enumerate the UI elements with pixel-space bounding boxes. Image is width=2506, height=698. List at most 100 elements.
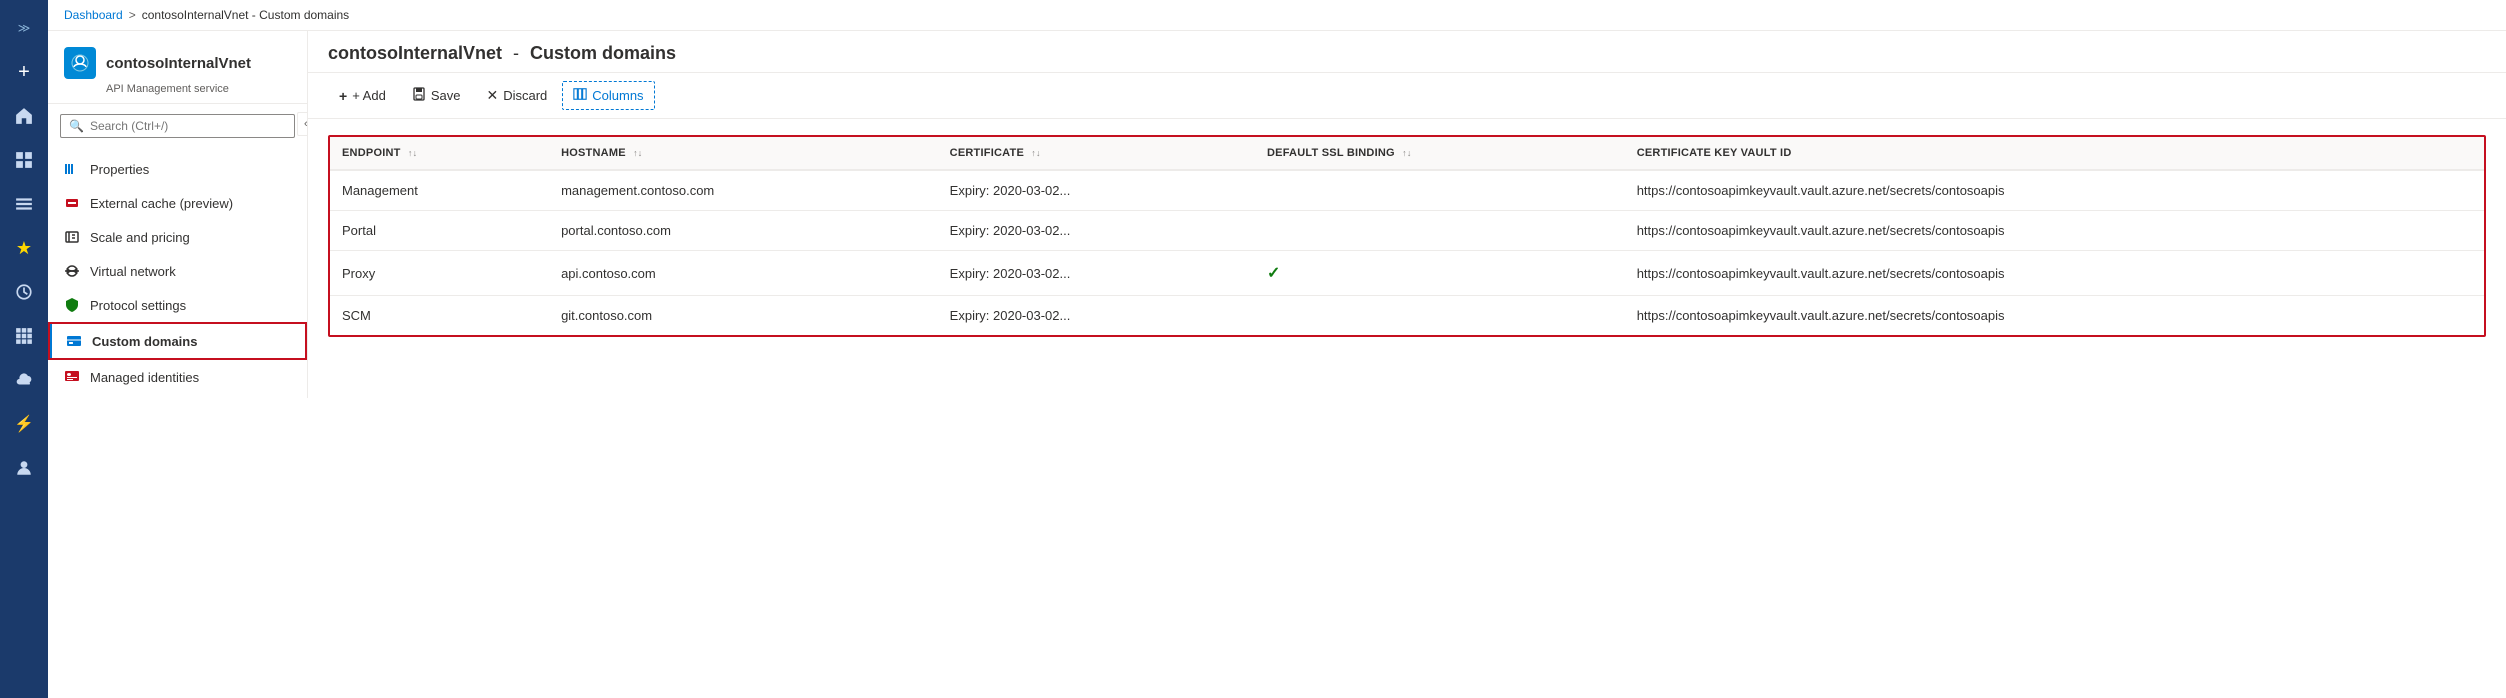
sidebar-header: contosoInternalVnet API Management servi…: [48, 31, 307, 104]
user-icon[interactable]: [0, 448, 48, 488]
sidebar-item-managed-identities[interactable]: Managed identities: [48, 360, 307, 394]
hostname-sort-icon[interactable]: ↑↓: [633, 148, 642, 158]
managed-identities-icon: [64, 369, 80, 385]
col-header-ssl-binding[interactable]: DEFAULT SSL BINDING ↑↓: [1255, 137, 1625, 170]
table-header-row: ENDPOINT ↑↓ HOSTNAME ↑↓ CERTIFICATE ↑↓: [330, 137, 2484, 170]
service-title-row: contosoInternalVnet: [64, 47, 291, 79]
cell-hostname-2: api.contoso.com: [549, 251, 938, 296]
sidebar-item-label-properties: Properties: [90, 162, 149, 177]
cell-keyvault-1: https://contosoapimkeyvault.vault.azure.…: [1625, 211, 2484, 251]
add-button[interactable]: + + Add: [328, 82, 397, 110]
search-box: 🔍: [60, 114, 295, 138]
save-icon: [412, 87, 426, 104]
cloud-icon[interactable]: [0, 360, 48, 400]
save-button[interactable]: Save: [401, 81, 472, 110]
cell-certificate-2: Expiry: 2020-03-02...: [938, 251, 1255, 296]
ssl-binding-label: DEFAULT SSL BINDING: [1267, 147, 1395, 159]
protocol-settings-icon: [64, 297, 80, 313]
cell-keyvault-0: https://contosoapimkeyvault.vault.azure.…: [1625, 170, 2484, 211]
scale-pricing-icon: [64, 229, 80, 245]
ssl-sort-icon[interactable]: ↑↓: [1402, 148, 1411, 158]
table-row[interactable]: Management management.contoso.com Expiry…: [330, 170, 2484, 211]
main-container: Dashboard > contosoInternalVnet - Custom…: [48, 0, 2506, 698]
table-row[interactable]: Portal portal.contoso.com Expiry: 2020-0…: [330, 211, 2484, 251]
all-services-icon[interactable]: [0, 316, 48, 356]
ssl-check-icon: ✓: [1267, 265, 1280, 282]
dashboard-icon[interactable]: [0, 140, 48, 180]
search-input[interactable]: [90, 119, 286, 133]
cell-ssl-0: [1255, 170, 1625, 211]
table-row[interactable]: Proxy api.contoso.com Expiry: 2020-03-02…: [330, 251, 2484, 296]
certificate-label: CERTIFICATE: [950, 147, 1024, 159]
sidebar-item-virtual-network[interactable]: Virtual network: [48, 254, 307, 288]
save-label: Save: [431, 88, 461, 103]
add-label: + Add: [352, 88, 386, 103]
col-header-key-vault[interactable]: CERTIFICATE KEY VAULT ID: [1625, 137, 2484, 170]
sidebar-item-external-cache[interactable]: External cache (preview): [48, 186, 307, 220]
key-vault-label: CERTIFICATE KEY VAULT ID: [1637, 147, 1792, 159]
sidebar-item-protocol-settings[interactable]: Protocol settings: [48, 288, 307, 322]
content-area: contosoInternalVnet API Management servi…: [48, 31, 2506, 698]
page-title: contosoInternalVnet - Custom domains: [328, 43, 2486, 64]
menu-list-icon[interactable]: [0, 184, 48, 224]
hostname-label: HOSTNAME: [561, 147, 626, 159]
discard-label: Discard: [503, 88, 547, 103]
breadcrumb-separator: >: [129, 8, 136, 22]
sidebar-item-label-protocol: Protocol settings: [90, 298, 186, 313]
sidebar-wrapper: contosoInternalVnet API Management servi…: [48, 31, 308, 698]
columns-label: Columns: [592, 88, 643, 103]
sidebar-toggle-icon[interactable]: ≫: [0, 8, 48, 48]
sidebar-item-label-managed-identities: Managed identities: [90, 370, 199, 385]
cell-keyvault-3: https://contosoapimkeyvault.vault.azure.…: [1625, 296, 2484, 336]
sidebar-item-properties[interactable]: Properties: [48, 152, 307, 186]
service-name-title: contosoInternalVnet: [328, 43, 502, 63]
endpoint-sort-icon[interactable]: ↑↓: [408, 148, 417, 158]
cell-keyvault-2: https://contosoapimkeyvault.vault.azure.…: [1625, 251, 2484, 296]
service-subtitle: API Management service: [106, 83, 291, 95]
breadcrumb-dashboard[interactable]: Dashboard: [64, 8, 123, 22]
icon-rail: ≫ + ★ ⚡: [0, 0, 48, 698]
endpoint-label: ENDPOINT: [342, 147, 401, 159]
columns-icon: [573, 87, 587, 104]
breadcrumb: Dashboard > contosoInternalVnet - Custom…: [48, 0, 2506, 31]
data-table-container: ENDPOINT ↑↓ HOSTNAME ↑↓ CERTIFICATE ↑↓: [328, 135, 2486, 337]
discard-button[interactable]: ✕ Discard: [475, 81, 558, 110]
cell-ssl-2: ✓: [1255, 251, 1625, 296]
cell-hostname-0: management.contoso.com: [549, 170, 938, 211]
cell-endpoint-1: Portal: [330, 211, 549, 251]
columns-button[interactable]: Columns: [562, 81, 654, 110]
sidebar-item-label-vnet: Virtual network: [90, 264, 176, 279]
cell-certificate-3: Expiry: 2020-03-02...: [938, 296, 1255, 336]
table-row[interactable]: SCM git.contoso.com Expiry: 2020-03-02..…: [330, 296, 2484, 336]
lightning-icon[interactable]: ⚡: [0, 404, 48, 444]
col-header-certificate[interactable]: CERTIFICATE ↑↓: [938, 137, 1255, 170]
sidebar: contosoInternalVnet API Management servi…: [48, 31, 308, 398]
cell-certificate-0: Expiry: 2020-03-02...: [938, 170, 1255, 211]
sidebar-item-scale-pricing[interactable]: Scale and pricing: [48, 220, 307, 254]
favorites-icon[interactable]: ★: [0, 228, 48, 268]
external-cache-icon: [64, 195, 80, 211]
cell-endpoint-3: SCM: [330, 296, 549, 336]
col-header-hostname[interactable]: HOSTNAME ↑↓: [549, 137, 938, 170]
cell-ssl-3: [1255, 296, 1625, 336]
service-name: contosoInternalVnet: [106, 55, 251, 72]
custom-domains-icon: [66, 333, 82, 349]
custom-domains-table: ENDPOINT ↑↓ HOSTNAME ↑↓ CERTIFICATE ↑↓: [330, 137, 2484, 335]
page-title-section: Custom domains: [530, 43, 676, 63]
cell-endpoint-0: Management: [330, 170, 549, 211]
home-icon[interactable]: [0, 96, 48, 136]
sidebar-collapse-button[interactable]: «: [297, 112, 308, 136]
cell-certificate-1: Expiry: 2020-03-02...: [938, 211, 1255, 251]
virtual-network-icon: [64, 263, 80, 279]
cell-hostname-1: portal.contoso.com: [549, 211, 938, 251]
page-header: contosoInternalVnet - Custom domains: [308, 31, 2506, 73]
sidebar-item-custom-domains[interactable]: Custom domains: [48, 322, 307, 360]
certificate-sort-icon[interactable]: ↑↓: [1031, 148, 1040, 158]
col-header-endpoint[interactable]: ENDPOINT ↑↓: [330, 137, 549, 170]
discard-icon: ✕: [486, 87, 498, 104]
recent-icon[interactable]: [0, 272, 48, 312]
create-icon[interactable]: +: [0, 52, 48, 92]
table-area: ENDPOINT ↑↓ HOSTNAME ↑↓ CERTIFICATE ↑↓: [308, 119, 2506, 698]
sidebar-item-label-external-cache: External cache (preview): [90, 196, 233, 211]
properties-icon: [64, 161, 80, 177]
